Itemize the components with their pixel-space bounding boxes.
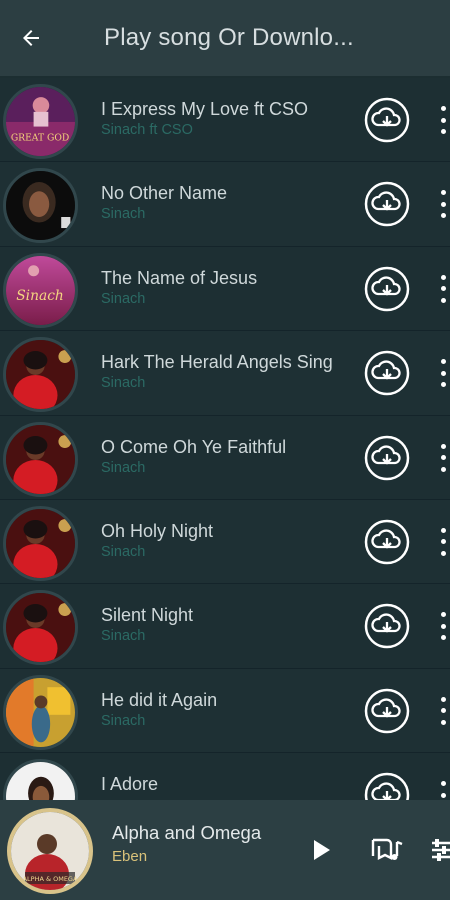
song-title: Hark The Herald Angels Sing xyxy=(101,352,333,373)
album-art xyxy=(3,674,78,750)
queue-music-icon[interactable] xyxy=(371,836,405,864)
equalizer-icon[interactable] xyxy=(432,838,450,862)
song-title: I Adore xyxy=(101,774,159,795)
more-vertical-icon[interactable] xyxy=(436,106,450,134)
now-playing-title: Alpha and Omega xyxy=(112,822,262,843)
album-art-text: GREAT GOD xyxy=(11,132,69,143)
song-title: The Name of Jesus xyxy=(101,267,258,288)
album-art xyxy=(3,759,78,800)
song-row[interactable]: No Other Name Sinach xyxy=(0,162,450,247)
song-artist: Sinach xyxy=(101,543,146,560)
song-artist: Sinach xyxy=(101,290,146,307)
cloud-download-icon[interactable] xyxy=(364,772,410,800)
more-vertical-icon[interactable] xyxy=(436,443,450,472)
song-title: He did it Again xyxy=(101,689,218,710)
app-bar: Play song Or Downlo... xyxy=(0,0,450,76)
more-vertical-icon[interactable] xyxy=(436,781,450,800)
song-row[interactable]: Oh Holy Night Sinach xyxy=(0,499,450,585)
mini-player[interactable]: ALPHA & OMEGA Alpha and Omega Eben xyxy=(0,800,450,900)
song-title: O Come Oh Ye Faithful xyxy=(101,436,287,457)
cloud-download-icon[interactable] xyxy=(364,688,410,734)
song-title: Silent Night xyxy=(101,605,194,626)
play-icon[interactable] xyxy=(312,838,332,862)
song-artist: Sinach ft CSO xyxy=(101,122,193,138)
app: Play song Or Downlo... GREAT GOD I Expre… xyxy=(0,0,450,900)
song-row[interactable]: GREAT GOD I Express My Love ft CSO Sinac… xyxy=(0,78,450,163)
song-artist: Sinach xyxy=(101,712,146,729)
song-artist: Sinach xyxy=(101,206,146,223)
arrow-left-icon xyxy=(23,30,39,46)
album-art xyxy=(3,168,78,244)
now-playing-art: ALPHA & OMEGA xyxy=(7,808,93,894)
cloud-download-icon[interactable] xyxy=(364,97,410,143)
song-title: I Express My Love ft CSO xyxy=(101,99,309,119)
cloud-download-icon[interactable] xyxy=(364,350,410,396)
page-title: Play song Or Downlo... xyxy=(104,24,354,51)
album-art xyxy=(3,421,78,497)
more-vertical-icon[interactable] xyxy=(436,527,450,556)
more-vertical-icon[interactable] xyxy=(436,696,450,725)
song-title: Oh Holy Night xyxy=(101,520,214,541)
now-playing-artist: Eben xyxy=(112,848,148,865)
song-row[interactable]: He did it Again Sinach xyxy=(0,668,450,754)
cloud-download-icon[interactable] xyxy=(364,181,410,227)
cloud-download-icon[interactable] xyxy=(364,603,410,649)
album-art xyxy=(3,590,78,666)
album-art xyxy=(3,505,78,581)
song-row[interactable]: Silent Night Sinach xyxy=(0,584,450,669)
song-row[interactable]: I Adore xyxy=(0,753,450,800)
cloud-download-icon[interactable] xyxy=(364,519,410,565)
song-artist: Sinach xyxy=(101,459,146,476)
cloud-download-icon[interactable] xyxy=(364,266,410,312)
song-title: No Other Name xyxy=(101,183,228,204)
more-vertical-icon[interactable] xyxy=(436,190,450,219)
back-button[interactable] xyxy=(0,0,62,76)
album-art: GREAT GOD xyxy=(3,84,78,159)
more-vertical-icon[interactable] xyxy=(436,359,450,388)
album-art: Sinach xyxy=(3,252,78,328)
song-row[interactable]: Sinach The Name of Jesus Sinach xyxy=(0,246,450,332)
more-vertical-icon[interactable] xyxy=(436,612,450,641)
now-playing-art-text: ALPHA & OMEGA xyxy=(23,875,78,883)
album-art xyxy=(3,337,78,413)
song-row[interactable]: O Come Oh Ye Faithful Sinach xyxy=(0,415,450,500)
album-art-text: Sinach xyxy=(16,288,64,304)
song-list[interactable]: GREAT GOD I Express My Love ft CSO Sinac… xyxy=(0,78,450,800)
song-artist: Sinach xyxy=(101,375,146,392)
song-row[interactable]: Hark The Herald Angels Sing Sinach xyxy=(0,331,450,416)
song-artist: Sinach xyxy=(101,628,146,645)
cloud-download-icon[interactable] xyxy=(364,435,410,481)
more-vertical-icon[interactable] xyxy=(436,274,450,303)
